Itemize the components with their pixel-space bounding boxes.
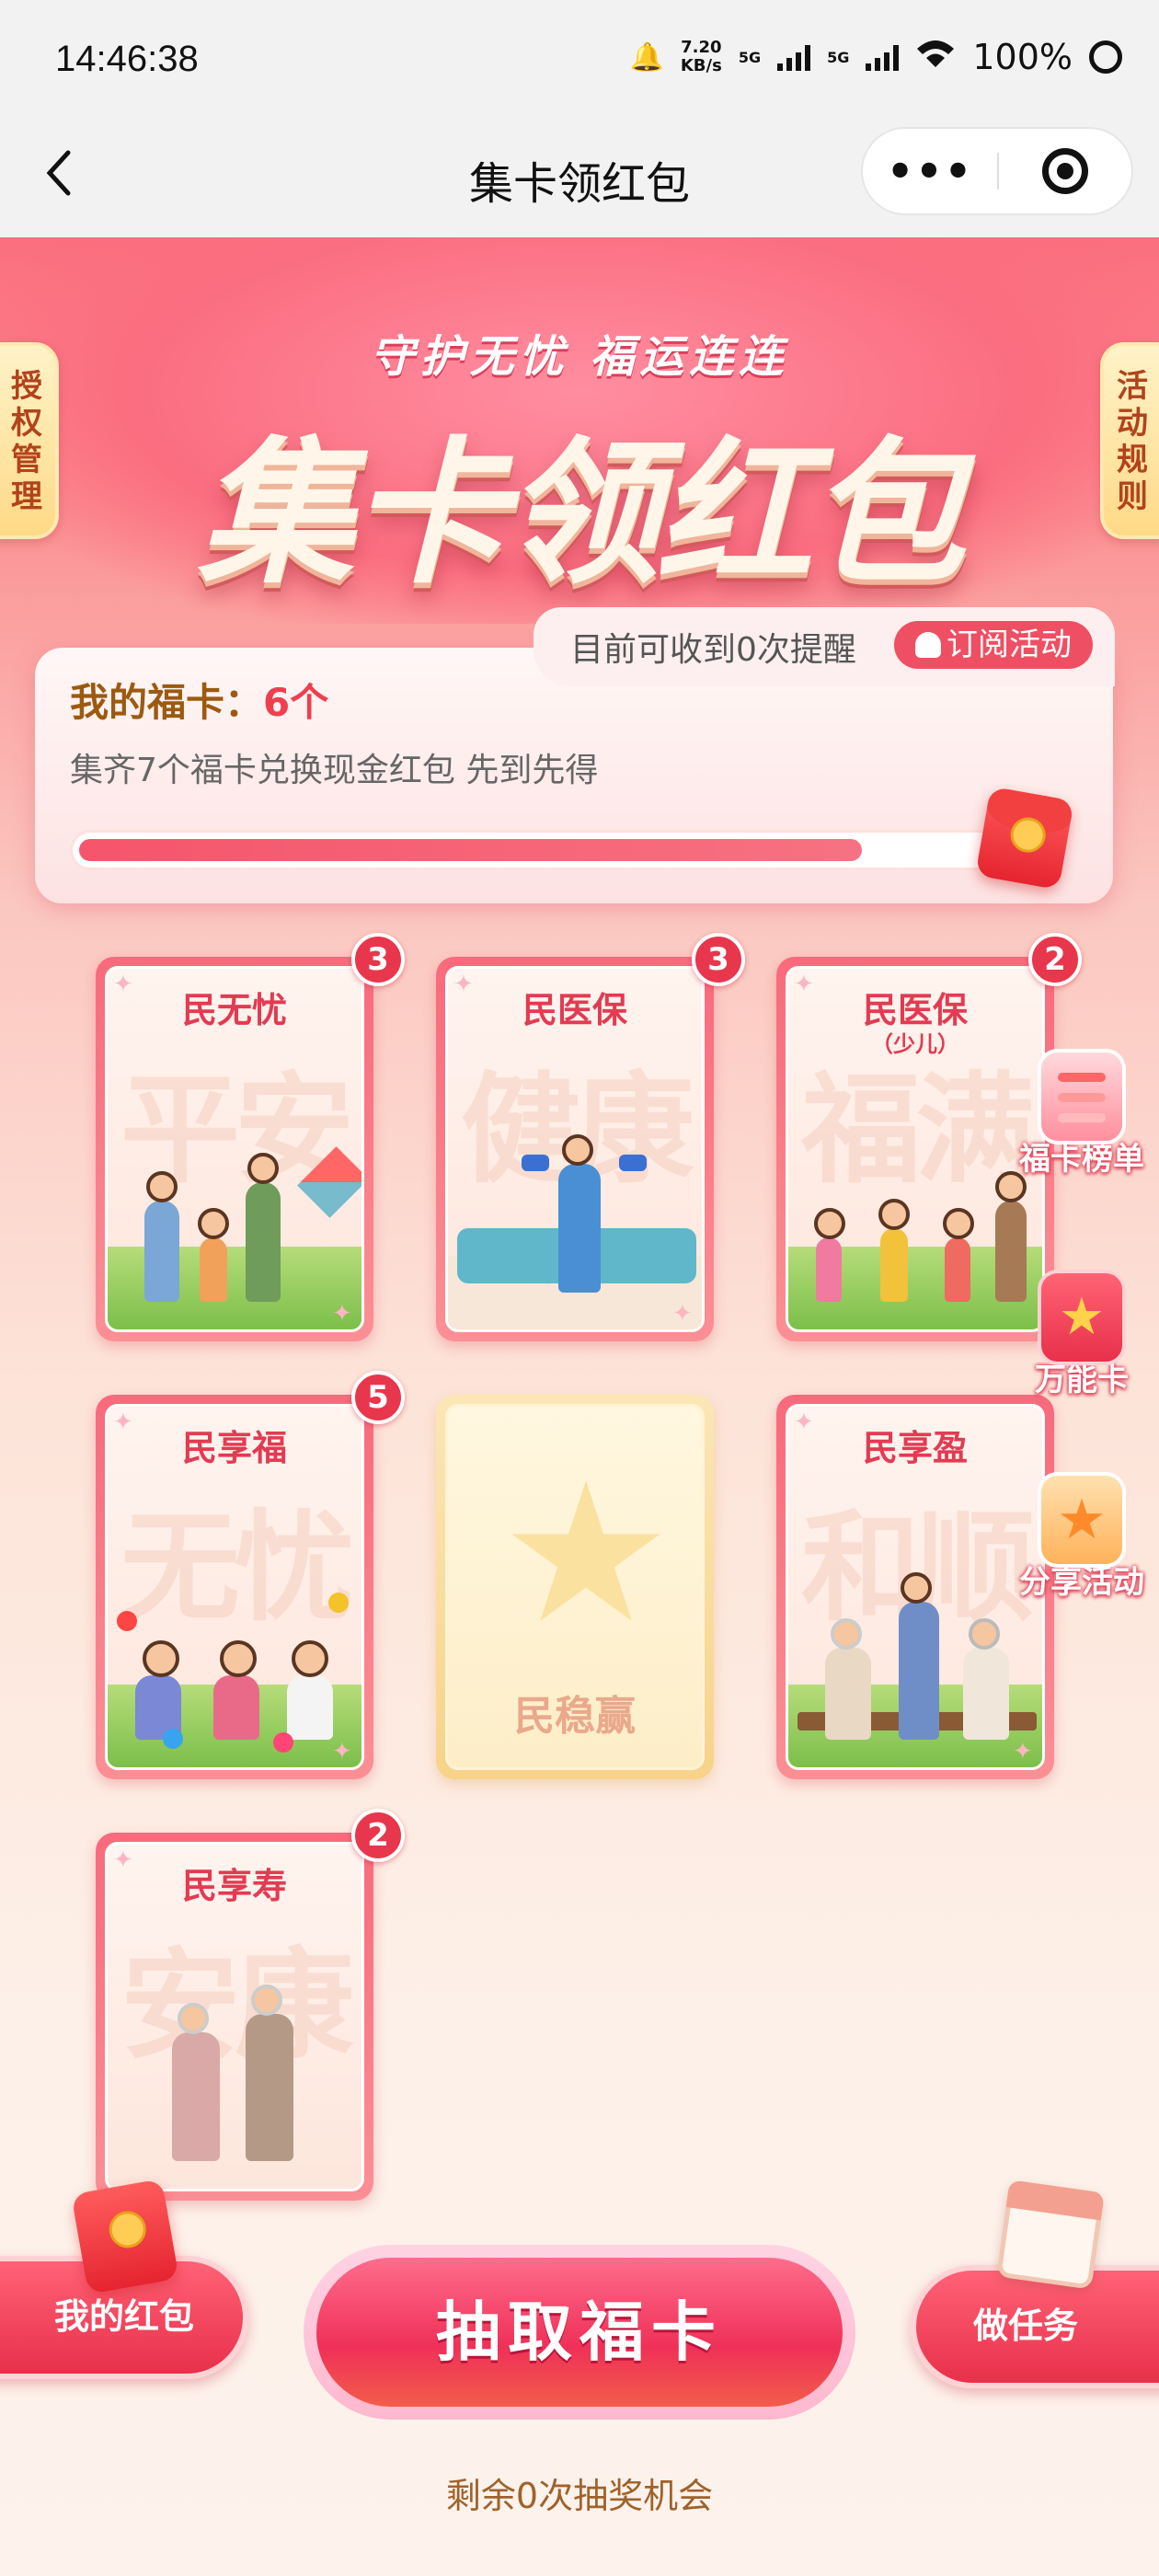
fuka-card-minxiangfu[interactable]: ✦ 无忧 民享福 ✦	[96, 1395, 373, 1779]
target-circle-icon[interactable]	[999, 148, 1131, 194]
card-name: 民医保	[522, 990, 627, 1030]
signal-icon	[777, 43, 811, 71]
nav-bar: 集卡领红包 •••	[0, 120, 1159, 237]
battery-ring-icon	[1089, 40, 1122, 74]
card-name: 民享盈	[862, 1428, 968, 1468]
notification-bell-icon: 🔔	[629, 40, 664, 74]
card-name: 民医保	[862, 990, 968, 1030]
star-icon: ✦	[113, 1846, 133, 1874]
mini-program-capsule: •••	[861, 127, 1133, 215]
remaining-chances: 剩余0次抽奖机会	[445, 2476, 714, 2516]
activity-rules-tab[interactable]: 活动规则	[1100, 342, 1159, 539]
sim1-label: 5G	[738, 48, 762, 66]
fuka-card-minyibao[interactable]: ✦ 健康 民医保 ✦	[436, 957, 714, 1341]
fuka-card-minxiangshou[interactable]: ✦ 安康 民享寿	[96, 1833, 373, 2201]
battery-level: 100%	[972, 37, 1073, 77]
collect-progress-fill	[79, 839, 863, 861]
status-icons: 🔔 7.20 KB/s 5G 5G 100%	[629, 37, 1122, 77]
card-inner: ✦ 健康 民医保 ✦	[445, 966, 705, 1332]
star-icon: ✦	[332, 1738, 352, 1765]
page: 14:46:38 🔔 7.20 KB/s 5G 5G 100% 集卡领红包 ••…	[0, 0, 1159, 2576]
elderly-dance-illustration	[108, 1984, 361, 2189]
card-count-badge: 2	[351, 1809, 405, 1862]
card-name: 民无忧	[181, 990, 287, 1030]
star-icon: ✦	[1013, 1738, 1033, 1765]
subscribe-button[interactable]: 订阅活动	[894, 621, 1093, 669]
share-activity-widget[interactable]: ★ 分享活动	[1004, 1472, 1159, 1602]
my-fuka-count: 我的福卡：6个	[70, 672, 328, 728]
authorization-management-tab[interactable]: 授权管理	[0, 342, 59, 539]
star-icon: ✦	[332, 1300, 352, 1328]
hero-title: 集卡领红包	[197, 423, 965, 605]
card-inner: ✦ 平安 民无忧 ✦	[105, 966, 364, 1332]
star-icon: ✦	[113, 1409, 133, 1436]
star-icon: ✦	[794, 971, 814, 998]
ranking-list-icon	[1038, 1049, 1126, 1144]
card-count-badge: 3	[692, 933, 745, 986]
collect-description: 集齐7个福卡兑换现金红包 先到先得	[70, 752, 599, 789]
bell-icon	[915, 632, 941, 658]
wifi-icon	[915, 37, 956, 77]
fuka-ranking-widget[interactable]: 福卡榜单	[1004, 1049, 1159, 1179]
more-dots-icon[interactable]: •••	[863, 146, 997, 196]
card-count-badge: 5	[351, 1371, 405, 1424]
reminder-text: 目前可收到0次提醒	[570, 631, 856, 669]
star-icon: ✦	[113, 971, 133, 998]
net-speed: 7.20 KB/s	[681, 39, 722, 75]
net-speed-unit: KB/s	[680, 56, 722, 75]
card-inner: ✦ 无忧 民享福 ✦	[105, 1404, 364, 1770]
kite-icon	[297, 1146, 361, 1218]
card-count-badge: 3	[351, 933, 405, 986]
do-tasks-button[interactable]: 做任务	[911, 2265, 1159, 2388]
red-packet-icon	[975, 786, 1074, 891]
net-speed-value: 7.20	[681, 38, 722, 57]
card-count-badge: 2	[1028, 933, 1082, 986]
family-bench-illustration	[788, 1572, 1042, 1767]
card-name: 民享福	[181, 1428, 287, 1468]
exercise-illustration	[448, 1134, 702, 1329]
card-name: 民享寿	[181, 1866, 287, 1906]
card-name: 民稳赢	[514, 1693, 636, 1740]
signal-icon-2	[866, 43, 900, 71]
fuka-card-minwenying[interactable]: ★ 民稳赢	[436, 1395, 714, 1779]
calendar-icon	[996, 2179, 1105, 2290]
my-fuka-number: 6个	[263, 680, 329, 725]
subscribe-label: 订阅活动	[947, 627, 1072, 663]
draw-fuka-label: 抽取福卡	[316, 2258, 843, 2407]
draw-fuka-button[interactable]: 抽取福卡	[304, 2245, 855, 2420]
hero-slogan: 守护无忧 福运连连	[370, 331, 789, 383]
fuka-card-minwuyou[interactable]: ✦ 平安 民无忧 ✦	[96, 957, 373, 1341]
star-icon: ✦	[672, 1300, 693, 1328]
status-bar: 14:46:38 🔔 7.20 KB/s 5G 5G 100%	[0, 0, 1159, 120]
kids-play-illustration	[108, 1574, 361, 1767]
family-illustration	[108, 1136, 361, 1329]
red-packet-icon	[71, 2179, 179, 2294]
share-star-icon: ★	[1038, 1472, 1126, 1568]
card-inner: ✦ 安康 民享寿	[105, 1842, 364, 2191]
wildcard-widget[interactable]: ★ 万能卡	[1004, 1270, 1159, 1399]
collect-progress-bar	[70, 830, 999, 870]
sim2-label: 5G	[827, 48, 850, 66]
star-icon: ✦	[453, 971, 474, 998]
star-icon: ★	[499, 1441, 673, 1666]
my-fuka-label: 我的福卡：	[70, 680, 264, 725]
card-inner: ★ 民稳赢	[445, 1404, 705, 1770]
star-icon: ✦	[794, 1409, 814, 1436]
wildcard-star-card-icon: ★	[1038, 1270, 1126, 1365]
status-time: 14:46:38	[55, 39, 199, 79]
